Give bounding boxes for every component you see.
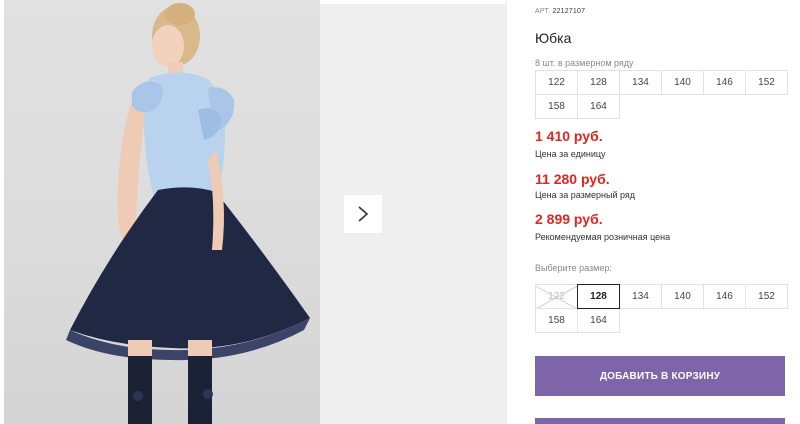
range-label: 8 шт. в размерном ряду [535, 58, 634, 68]
column-divider [506, 0, 507, 424]
range-price: 11 280 руб. [535, 171, 610, 187]
gallery-next-button[interactable] [344, 195, 382, 233]
size-option[interactable]: 134 [619, 284, 662, 309]
retail-price-note: Рекомендуемая розничная цена [535, 232, 671, 242]
unit-price-note: Цена за единицу [535, 149, 606, 159]
size-select: 122 128 134 140 146 152 158 164 [535, 284, 788, 333]
size-option-unavailable: 122 [535, 284, 578, 309]
size-select-label: Выберите размер: [535, 263, 612, 273]
product-gallery [0, 0, 520, 424]
size-option[interactable]: 158 [535, 308, 578, 333]
range-size: 140 [661, 70, 704, 95]
size-option[interactable]: 146 [703, 284, 746, 309]
range-size: 152 [745, 70, 788, 95]
range-size: 164 [577, 94, 620, 119]
product-sku: АРТ. 22127107 [535, 8, 585, 15]
add-to-cart-button[interactable]: Добавить в корзину [535, 356, 785, 396]
secondary-action-button[interactable] [535, 418, 785, 424]
sku-value: 22127107 [552, 8, 586, 15]
size-option[interactable]: 140 [661, 284, 704, 309]
product-photo [4, 0, 320, 424]
range-size: 128 [577, 70, 620, 95]
unit-price: 1 410 руб. [535, 128, 603, 144]
range-sizes: 122 128 134 140 146 152 158 164 [535, 70, 788, 119]
product-title: Юбка [535, 30, 572, 46]
size-option[interactable]: 164 [577, 308, 620, 333]
range-size: 134 [619, 70, 662, 95]
product-photo-illustration [66, 3, 310, 424]
size-option-selected[interactable]: 128 [577, 284, 620, 309]
chevron-right-icon [358, 206, 369, 222]
range-size: 146 [703, 70, 746, 95]
range-price-note: Цена за размерный ряд [535, 190, 636, 200]
range-size: 158 [535, 94, 578, 119]
range-size: 122 [535, 70, 578, 95]
size-option[interactable]: 152 [745, 284, 788, 309]
retail-price: 2 899 руб. [535, 211, 603, 227]
sku-prefix: АРТ. [535, 8, 551, 15]
